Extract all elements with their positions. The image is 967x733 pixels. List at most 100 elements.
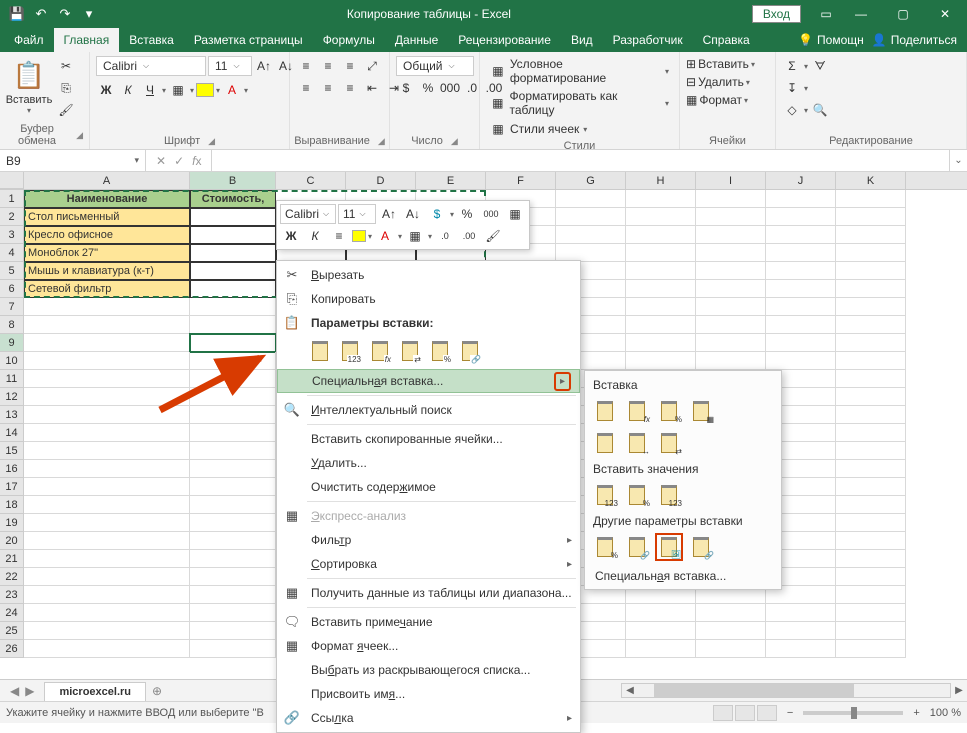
sub-values-fmt-icon[interactable]: % xyxy=(623,481,651,509)
align-right-icon[interactable]: ≡ xyxy=(340,78,360,98)
column-header[interactable]: A xyxy=(24,172,190,189)
cell[interactable] xyxy=(626,316,696,334)
column-header[interactable]: K xyxy=(836,172,906,189)
cell[interactable] xyxy=(190,586,276,604)
cell[interactable] xyxy=(766,226,836,244)
normal-view-icon[interactable] xyxy=(713,705,733,721)
cell[interactable] xyxy=(24,334,190,352)
sub-paste-link-icon[interactable]: 🔗 xyxy=(623,533,651,561)
cell[interactable] xyxy=(836,568,906,586)
paste-formatting-icon[interactable]: % xyxy=(427,337,453,365)
row-header[interactable]: 1 xyxy=(0,190,24,208)
cell[interactable] xyxy=(766,316,836,334)
dialog-launcher-icon[interactable]: ◢ xyxy=(378,136,385,147)
cell[interactable] xyxy=(696,280,766,298)
ctx-cut[interactable]: ✂Вырезать xyxy=(277,263,580,287)
row-header[interactable]: 17 xyxy=(0,478,24,496)
align-center-icon[interactable]: ≡ xyxy=(318,78,338,98)
cell[interactable] xyxy=(24,478,190,496)
column-header[interactable]: D xyxy=(346,172,416,189)
cell[interactable] xyxy=(190,370,276,388)
formula-input[interactable] xyxy=(212,150,949,171)
sub-paste-formulas-icon[interactable]: fx xyxy=(623,397,651,425)
row-header[interactable]: 6 xyxy=(0,280,24,298)
sub-paste-picture-icon[interactable]: 🖼 xyxy=(655,533,683,561)
cell[interactable] xyxy=(190,352,276,370)
cell[interactable] xyxy=(626,334,696,352)
tab-view[interactable]: Вид xyxy=(561,28,603,52)
mini-grow-font-icon[interactable]: A↑ xyxy=(378,204,400,224)
cell[interactable] xyxy=(766,334,836,352)
cell[interactable] xyxy=(836,352,906,370)
name-box[interactable]: B9▾ xyxy=(0,150,146,171)
cell[interactable] xyxy=(24,406,190,424)
tab-formulas[interactable]: Формулы xyxy=(313,28,385,52)
dialog-launcher-icon[interactable]: ◢ xyxy=(76,130,83,141)
ctx-quick-analysis[interactable]: ▦Экспресс-анализ xyxy=(277,504,580,528)
paste-values-icon[interactable]: 123 xyxy=(337,337,363,365)
cell[interactable] xyxy=(190,316,276,334)
cell[interactable] xyxy=(24,370,190,388)
mini-font-name[interactable]: Calibri⌵ xyxy=(280,204,336,224)
cell[interactable] xyxy=(24,460,190,478)
ctx-copy[interactable]: ⎘Копировать xyxy=(277,287,580,311)
ctx-link[interactable]: 🔗Ссылка▸ xyxy=(277,706,580,730)
cell[interactable]: Моноблок 27" xyxy=(24,244,190,262)
mini-inc-dec-icon[interactable]: .0 xyxy=(434,226,456,246)
cell[interactable] xyxy=(24,388,190,406)
sub-values-src-icon[interactable]: 123 xyxy=(655,481,683,509)
cell[interactable] xyxy=(766,244,836,262)
cell[interactable]: Сетевой фильтр xyxy=(24,280,190,298)
ctx-get-data[interactable]: ▦Получить данные из таблицы или диапазон… xyxy=(277,581,580,605)
tab-data[interactable]: Данные xyxy=(385,28,448,52)
cell[interactable] xyxy=(696,622,766,640)
font-name-select[interactable]: Calibri⌵ xyxy=(96,56,206,76)
cell[interactable] xyxy=(836,388,906,406)
row-header[interactable]: 15 xyxy=(0,442,24,460)
cell[interactable] xyxy=(836,514,906,532)
cell[interactable] xyxy=(626,244,696,262)
row-header[interactable]: 18 xyxy=(0,496,24,514)
sub-paste-keep-src-icon[interactable]: ▦ xyxy=(687,397,715,425)
ctx-clear[interactable]: Очистить содержимое xyxy=(277,475,580,499)
row-header[interactable]: 12 xyxy=(0,388,24,406)
cell[interactable] xyxy=(766,298,836,316)
cell[interactable] xyxy=(696,640,766,658)
tab-help[interactable]: Справка xyxy=(693,28,760,52)
row-header[interactable]: 5 xyxy=(0,262,24,280)
cell[interactable] xyxy=(836,460,906,478)
ctx-format-cells[interactable]: ▦Формат ячеек... xyxy=(277,634,580,658)
ctx-define-name[interactable]: Присвоить имя... xyxy=(277,682,580,706)
cell[interactable] xyxy=(836,622,906,640)
row-header[interactable]: 7 xyxy=(0,298,24,316)
find-icon[interactable]: 🔍 xyxy=(810,100,830,120)
mini-percent-icon[interactable]: % xyxy=(456,204,478,224)
cell[interactable] xyxy=(836,550,906,568)
fill-color-icon[interactable] xyxy=(196,83,214,97)
row-header[interactable]: 8 xyxy=(0,316,24,334)
cell[interactable] xyxy=(836,424,906,442)
cell[interactable] xyxy=(190,334,276,352)
cell[interactable] xyxy=(190,298,276,316)
indent-dec-icon[interactable]: ⇤ xyxy=(362,78,382,98)
tab-review[interactable]: Рецензирование xyxy=(448,28,561,52)
delete-cells-button[interactable]: ⊟ Удалить ▾ xyxy=(686,74,750,90)
cell[interactable] xyxy=(190,550,276,568)
paste-button[interactable]: 📋 Вставить ▾ xyxy=(6,56,52,115)
cell[interactable] xyxy=(836,406,906,424)
ctx-insert-copied[interactable]: Вставить скопированные ячейки... xyxy=(277,427,580,451)
cond-format-button[interactable]: ▦Условное форматирование ▾ xyxy=(486,56,673,86)
tab-home[interactable]: Главная xyxy=(54,28,120,52)
mini-font-color-icon[interactable]: A xyxy=(374,226,396,246)
paste-formulas-icon[interactable]: fx xyxy=(367,337,393,365)
share-button[interactable]: 👤 Поделиться xyxy=(872,33,957,47)
row-header[interactable]: 4 xyxy=(0,244,24,262)
cell[interactable] xyxy=(836,442,906,460)
tab-developer[interactable]: Разработчик xyxy=(603,28,693,52)
cell[interactable] xyxy=(24,604,190,622)
column-header[interactable]: G xyxy=(556,172,626,189)
cell[interactable] xyxy=(836,478,906,496)
ribbon-options-icon[interactable]: ▭ xyxy=(813,0,839,28)
cell[interactable] xyxy=(190,622,276,640)
cell-styles-button[interactable]: ▦Стили ячеек ▾ xyxy=(486,120,591,138)
